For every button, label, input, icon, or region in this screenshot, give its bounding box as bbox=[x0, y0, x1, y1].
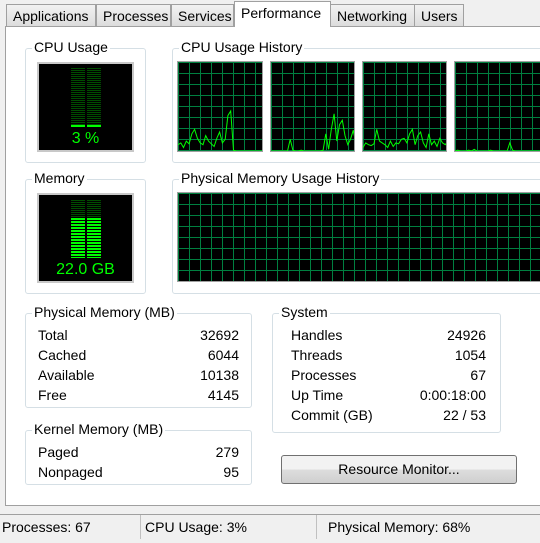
cpu-meter-fill bbox=[71, 125, 101, 127]
status-cpu-usage: CPU Usage: 3% bbox=[143, 515, 317, 539]
cpu-core-graph-4 bbox=[454, 61, 540, 152]
system-group: System Handles 24926 Threads 1054 Processes 6… bbox=[272, 304, 501, 433]
stat-label: Threads bbox=[291, 347, 343, 363]
kernel-memory-group: Kernel Memory (MB) Paged 279 Nonpaged 95 bbox=[25, 421, 252, 485]
stat-label: Up Time bbox=[291, 387, 344, 403]
stat-label: Processes bbox=[291, 367, 357, 383]
stat-value: 6044 bbox=[207, 347, 239, 363]
stat-value: 279 bbox=[215, 444, 239, 460]
stat-row: Cached 6044 bbox=[38, 347, 239, 367]
memory-meter-bars bbox=[71, 200, 101, 218]
stat-label: Handles bbox=[291, 327, 343, 343]
tab-performance[interactable]: Performance bbox=[234, 1, 331, 27]
memory-history-graph bbox=[177, 192, 540, 282]
memory-history-label: Physical Memory Usage History bbox=[179, 170, 382, 186]
stat-value: 10138 bbox=[200, 367, 239, 383]
stat-label: Available bbox=[38, 367, 95, 383]
cpu-history-line bbox=[178, 109, 262, 151]
cpu-core-graph-1 bbox=[177, 61, 263, 152]
cpu-meter-bars bbox=[71, 68, 101, 127]
stat-value: 0:00:18:00 bbox=[419, 387, 486, 403]
tab-processes[interactable]: Processes bbox=[96, 4, 171, 26]
status-physical-memory: Physical Memory: 68% bbox=[328, 519, 471, 535]
tab-users[interactable]: Users bbox=[414, 4, 464, 26]
cpu-core-2-line bbox=[271, 113, 354, 151]
kernel-memory-label: Kernel Memory (MB) bbox=[32, 421, 166, 437]
cpu-usage-label: CPU Usage bbox=[32, 39, 110, 55]
stat-value: 22 / 53 bbox=[443, 407, 486, 423]
stat-value: 1054 bbox=[454, 347, 486, 363]
memory-value: 22.0 GB bbox=[56, 261, 115, 278]
cpu-core-1-line bbox=[178, 109, 262, 151]
memory-label: Memory bbox=[32, 170, 87, 186]
stat-value: 24926 bbox=[447, 327, 486, 343]
cpu-history-label: CPU Usage History bbox=[179, 39, 305, 55]
stat-row: Paged 279 bbox=[38, 444, 239, 464]
physical-memory-group: Physical Memory (MB) Total 32692 Cached 604… bbox=[25, 304, 252, 408]
stat-value: 95 bbox=[223, 464, 239, 480]
memory-meter-fill bbox=[71, 218, 101, 258]
stat-row: Threads 1054 bbox=[291, 347, 486, 367]
tab-services[interactable]: Services bbox=[171, 4, 234, 26]
cpu-usage-group: CPU Usage 3 % bbox=[25, 39, 146, 163]
cpu-core-4-line bbox=[455, 141, 540, 151]
memory-group: Memory 22.0 GB bbox=[25, 170, 146, 294]
resource-monitor-button[interactable]: Resource Monitor... bbox=[281, 455, 517, 484]
cpu-history-line bbox=[271, 113, 354, 151]
stat-row: Available 10138 bbox=[38, 367, 239, 387]
stat-label: Commit (GB) bbox=[291, 407, 373, 423]
cpu-history-line bbox=[455, 141, 540, 151]
cpu-usage-value: 3 % bbox=[71, 130, 100, 147]
stat-label: Paged bbox=[38, 444, 79, 460]
stat-row: Handles 24926 bbox=[291, 327, 486, 347]
stat-row: Nonpaged 95 bbox=[38, 464, 239, 484]
cpu-core-3-line bbox=[363, 127, 446, 149]
tab-applications[interactable]: Applications bbox=[6, 4, 96, 26]
stat-value: 32692 bbox=[200, 327, 239, 343]
status-processes: Processes: 67 bbox=[0, 515, 141, 539]
stat-label: Total bbox=[38, 327, 68, 343]
stat-label: Free bbox=[38, 387, 67, 403]
stat-label: Nonpaged bbox=[38, 464, 103, 480]
stat-row: Total 32692 bbox=[38, 327, 239, 347]
physical-memory-label: Physical Memory (MB) bbox=[32, 304, 177, 320]
stat-row: Processes 67 bbox=[291, 367, 486, 387]
system-label: System bbox=[279, 304, 330, 320]
status-bar: Processes: 67 CPU Usage: 3% Physical Mem… bbox=[0, 514, 540, 539]
cpu-core-graph-3 bbox=[362, 61, 447, 152]
cpu-core-graph-2 bbox=[270, 61, 355, 152]
stat-row: Free 4145 bbox=[38, 387, 239, 407]
memory-meter: 22.0 GB bbox=[37, 193, 134, 283]
stat-value: 4145 bbox=[207, 387, 239, 403]
stat-value: 67 bbox=[470, 367, 486, 383]
stat-row: Up Time 0:00:18:00 bbox=[291, 387, 486, 407]
stat-row: Commit (GB) 22 / 53 bbox=[291, 407, 486, 427]
cpu-history-line bbox=[363, 127, 446, 149]
cpu-usage-meter: 3 % bbox=[37, 62, 134, 152]
stat-label: Cached bbox=[38, 347, 87, 363]
tab-networking[interactable]: Networking bbox=[330, 4, 415, 26]
